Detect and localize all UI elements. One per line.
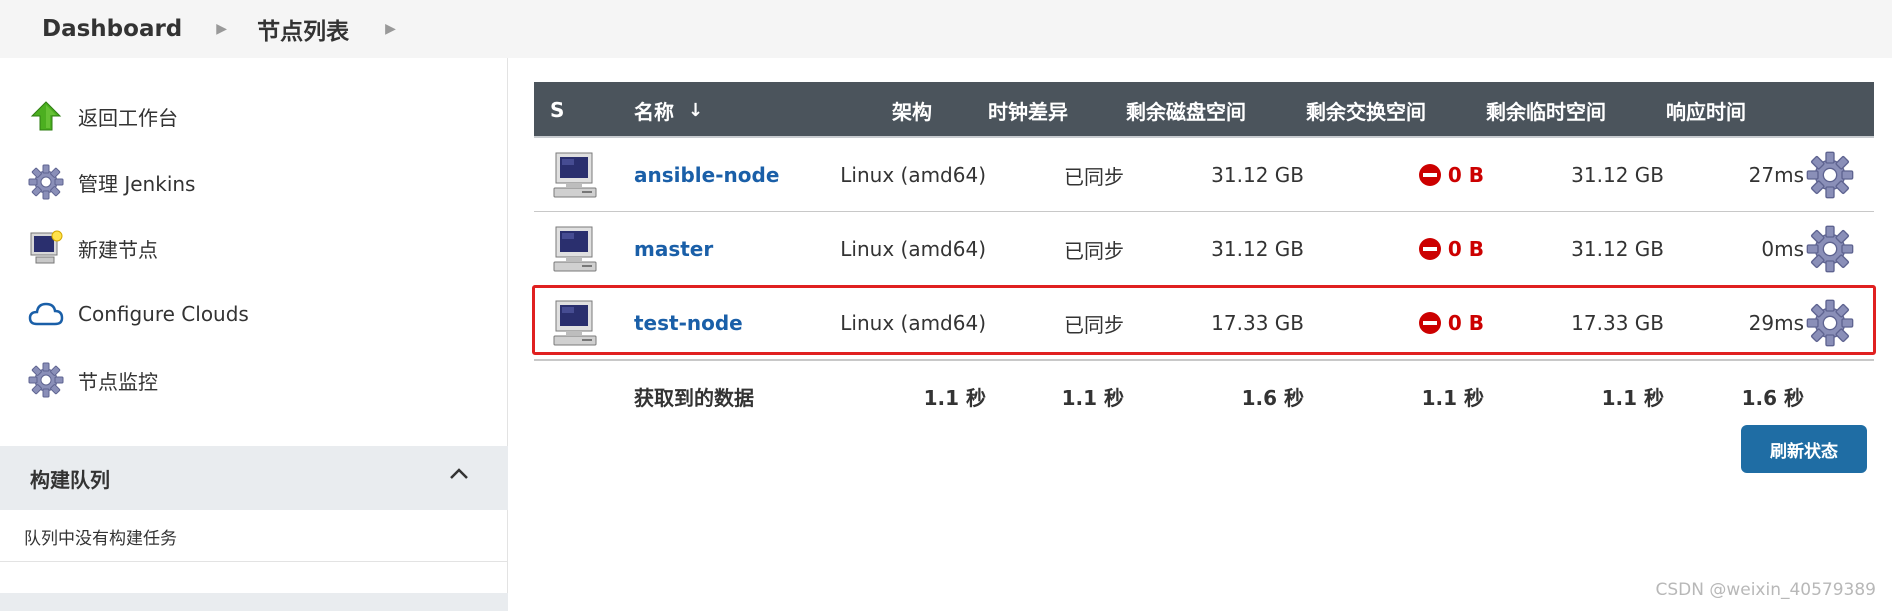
gear-icon (28, 362, 64, 398)
breadcrumb: Dashboard ▶ 节点列表 ▶ (0, 0, 1892, 58)
summary-clock-time: 1.1 秒 (1061, 385, 1124, 410)
cell-arch: Linux (amd64) (840, 163, 986, 187)
header-swap-space[interactable]: 剩余交换空间 (1306, 82, 1426, 138)
summary-temp-time: 1.1 秒 (1601, 385, 1664, 410)
sidebar-item-node-monitoring[interactable]: 节点监控 (28, 360, 158, 400)
computer-icon (552, 212, 600, 286)
refresh-status-button[interactable]: 刷新状态 (1741, 425, 1867, 473)
sidebar-item-configure-clouds[interactable]: Configure Clouds (28, 294, 249, 334)
header-disk-space[interactable]: 剩余磁盘空间 (1126, 82, 1246, 138)
summary-arch-time: 1.1 秒 (923, 385, 986, 410)
error-icon (1418, 312, 1441, 334)
error-icon (1418, 164, 1441, 186)
header-name-label: 名称 (634, 99, 674, 124)
breadcrumb-dropdown-icon[interactable]: ▶ (385, 21, 396, 37)
header-response-time[interactable]: 响应时间 (1666, 82, 1746, 138)
summary-disk-time: 1.6 秒 (1241, 385, 1304, 410)
sidebar-item-back-to-workspace[interactable]: 返回工作台 (28, 96, 178, 136)
cell-clock-diff: 已同步 (1064, 164, 1124, 189)
cell-clock-diff: 已同步 (1064, 238, 1124, 263)
breadcrumb-dashboard[interactable]: Dashboard (42, 16, 182, 42)
breadcrumb-separator-icon: ▶ (216, 21, 228, 37)
sort-arrow-icon: ↓ (688, 99, 704, 121)
computer-icon (552, 286, 600, 360)
cell-response-time: 29ms (1748, 311, 1804, 335)
sidebar-item-label: Configure Clouds (78, 302, 249, 326)
sidebar-item-new-node[interactable]: 新建节点 (28, 228, 158, 268)
build-queue-empty-text: 队列中没有构建任务 (24, 529, 177, 549)
up-arrow-icon (28, 98, 64, 134)
header-arch[interactable]: 架构 (892, 82, 932, 138)
nodes-table: S 名称 ↓ 架构 时钟差异 剩余磁盘空间 剩余交换空间 剩余临时空间 响应时间… (532, 82, 1876, 430)
header-temp-space[interactable]: 剩余临时空间 (1486, 82, 1606, 138)
cell-response-time: 0ms (1761, 237, 1804, 261)
header-status[interactable]: S (550, 82, 564, 138)
cell-swap-space: 0 B (1304, 212, 1484, 286)
sidebar-item-manage-jenkins[interactable]: 管理 Jenkins (28, 162, 195, 202)
breadcrumb-node-list[interactable]: 节点列表 (257, 12, 349, 46)
table-row: master Linux (amd64) 已同步 31.12 GB 0 B 31… (534, 212, 1874, 286)
cell-temp-space: 17.33 GB (1571, 311, 1664, 335)
node-link-test-node[interactable]: test-node (634, 286, 743, 360)
cloud-icon (28, 296, 64, 332)
configure-node-gear-icon[interactable] (1806, 212, 1854, 286)
sidebar-item-label: 返回工作台 (78, 105, 178, 130)
table-summary-row: 获取到的数据 1.1 秒 1.1 秒 1.6 秒 1.1 秒 1.1 秒 1.6… (534, 360, 1874, 430)
computer-icon (552, 138, 600, 212)
cell-swap-space: 0 B (1304, 138, 1484, 212)
executor-status-header[interactable] (0, 593, 508, 611)
cell-disk-space: 17.33 GB (1211, 311, 1304, 335)
cell-response-time: 27ms (1748, 163, 1804, 187)
cell-swap-space: 0 B (1304, 286, 1484, 360)
cell-temp-space: 31.12 GB (1571, 163, 1664, 187)
summary-response-time: 1.6 秒 (1741, 385, 1804, 410)
table-row: test-node Linux (amd64) 已同步 17.33 GB 0 B… (532, 285, 1876, 360)
error-icon (1418, 238, 1441, 260)
cell-arch: Linux (amd64) (840, 237, 986, 261)
cell-temp-space: 31.12 GB (1571, 237, 1664, 261)
swap-value: 0 B (1447, 163, 1484, 187)
header-clock-diff[interactable]: 时钟差异 (988, 82, 1068, 138)
cell-clock-diff: 已同步 (1064, 312, 1124, 337)
build-queue-header[interactable]: 构建队列 (0, 446, 508, 510)
build-queue-title: 构建队列 (30, 467, 110, 492)
summary-swap-time: 1.1 秒 (1421, 385, 1484, 410)
node-link-ansible-node[interactable]: ansible-node (634, 138, 779, 212)
chevron-up-icon[interactable] (448, 466, 470, 485)
cell-disk-space: 31.12 GB (1211, 237, 1304, 261)
sidebar-item-label: 管理 Jenkins (78, 171, 196, 196)
sidebar: 返回工作台 管理 Jenkins 新建节点 Configure Clouds 节… (0, 58, 508, 611)
swap-value: 0 B (1447, 311, 1484, 335)
configure-node-gear-icon[interactable] (1806, 138, 1854, 212)
divider (0, 561, 508, 562)
table-header: S 名称 ↓ 架构 时钟差异 剩余磁盘空间 剩余交换空间 剩余临时空间 响应时间 (534, 82, 1874, 138)
cell-arch: Linux (amd64) (840, 311, 986, 335)
header-name[interactable]: 名称 ↓ (634, 82, 703, 138)
sidebar-item-label: 节点监控 (78, 369, 158, 394)
configure-node-gear-icon[interactable] (1806, 286, 1854, 360)
watermark: CSDN @weixin_40579389 (1655, 580, 1876, 600)
node-link-master[interactable]: master (634, 212, 713, 286)
sidebar-item-label: 新建节点 (78, 237, 158, 262)
swap-value: 0 B (1447, 237, 1484, 261)
gear-icon (28, 164, 64, 200)
computer-new-icon (28, 230, 64, 266)
cell-disk-space: 31.12 GB (1211, 163, 1304, 187)
summary-label: 获取到的数据 (634, 385, 754, 410)
table-row: ansible-node Linux (amd64) 已同步 31.12 GB … (534, 138, 1874, 212)
